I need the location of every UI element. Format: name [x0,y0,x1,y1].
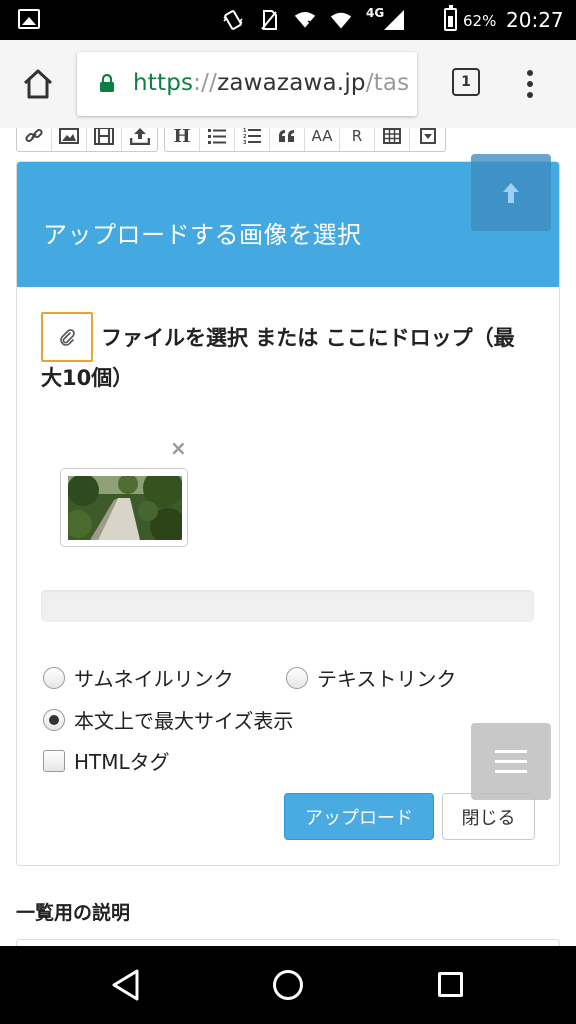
upload-button[interactable] [122,128,157,151]
link-button[interactable] [17,128,52,151]
address-bar[interactable]: https://zawazawa.jp/tas [77,52,417,116]
max-size-display-radio[interactable] [43,708,65,731]
remove-image-button[interactable]: × [170,436,187,460]
numbered-list-button[interactable]: 123 [235,128,270,151]
close-dialog-button[interactable]: 閉じる [442,793,535,840]
link-icon [25,128,43,143]
heading-button[interactable]: H [165,128,200,151]
overflow-menu-button[interactable] [520,66,540,102]
system-navigation-bar [0,946,576,1024]
upload-submit-button[interactable]: アップロード [284,793,434,840]
dropdown-icon [419,128,436,144]
thumbnail-link-radio[interactable] [43,666,65,689]
max-size-display-label: 本文上で最大サイズ表示 [74,709,294,733]
arrow-up-icon [503,182,519,203]
quote-icon [279,130,294,142]
url-scheme: https [133,70,194,96]
list-description-field[interactable] [16,939,560,946]
select-file-button[interactable] [41,312,93,362]
back-icon[interactable] [111,968,141,1002]
no-sim-icon [258,9,280,31]
toolbar-group-format: H 123 AA R [164,128,446,152]
upload-icon [129,128,150,145]
home-button[interactable] [20,66,56,102]
thumbnail-photo [68,476,182,540]
browser-toolbar: https://zawazawa.jp/tas 1 [0,40,576,128]
upload-progress-bar [41,590,534,622]
file-drop-zone[interactable]: ファイルを選択 または ここにドロップ（最大10個） [41,318,541,398]
image-thumbnail[interactable] [60,468,188,547]
html-tag-checkbox[interactable] [43,749,65,772]
paperclip-icon [60,329,75,346]
bullet-list-button[interactable] [200,128,235,151]
home-icon [23,69,53,99]
url-path: /tas [365,70,410,96]
video-button[interactable] [87,128,122,151]
drop-text-line1: ファイルを選択 または ここにドロップ（最 [101,326,515,350]
ordered-list-icon: 123 [243,128,261,145]
drop-text-line2: 大10個） [41,366,134,390]
quote-button[interactable] [270,128,305,151]
wifi-signal-icon [330,9,352,31]
option-max-size-display[interactable]: 本文上で最大サイズ表示 [43,705,293,734]
toolbar-group-insert [16,128,158,152]
option-thumbnail-link[interactable]: サムネイルリンク [43,663,234,692]
svg-text:3: 3 [243,140,247,145]
gallery-notification-icon [18,9,40,29]
html-tag-label: HTMLタグ [74,750,170,774]
unordered-list-icon [208,129,226,144]
option-html-tag[interactable]: HTMLタグ [43,746,170,775]
url-host: zawazawa.jp [217,70,366,96]
battery-icon [444,5,457,31]
option-text-link[interactable]: テキストリンク [286,663,456,692]
thumbnail-link-label: サムネイルリンク [74,667,234,691]
table-icon [383,128,401,144]
scroll-to-top-button[interactable] [471,154,551,231]
text-link-label: テキストリンク [317,667,457,691]
image-icon [59,128,79,144]
battery-percent: 62% [463,12,497,30]
page-content: H 123 AA R アップロードする画像を選択 ファイルを選択 または ここに… [0,128,576,946]
url-text: https://zawazawa.jp/tas [133,70,409,96]
recent-apps-icon[interactable] [438,972,463,997]
editor-toolbar: H 123 AA R [16,128,452,152]
ruby-button[interactable]: R [340,128,375,151]
clock: 20:27 [506,8,564,32]
font-size-button[interactable]: AA [305,128,340,151]
image-button[interactable] [52,128,87,151]
status-icons: 4G [222,6,408,34]
list-description-label: 一覧用の説明 [16,902,131,924]
wifi-icon [294,9,316,31]
home-nav-icon[interactable] [273,970,303,1000]
url-separator: :// [193,70,218,96]
table-button[interactable] [375,128,410,151]
floating-menu-button[interactable] [471,723,551,800]
more-options-button[interactable] [410,128,445,151]
lock-icon [100,74,114,92]
status-bar: 4G 62% 20:27 [0,0,576,40]
tab-switcher-button[interactable]: 1 [452,68,480,96]
hamburger-icon [495,750,527,753]
text-link-radio[interactable] [286,666,308,689]
film-icon [94,128,114,145]
upload-dialog-title: アップロードする画像を選択 [43,221,362,249]
cell-signal-icon: 4G [366,6,408,31]
vibrate-icon [222,9,244,31]
